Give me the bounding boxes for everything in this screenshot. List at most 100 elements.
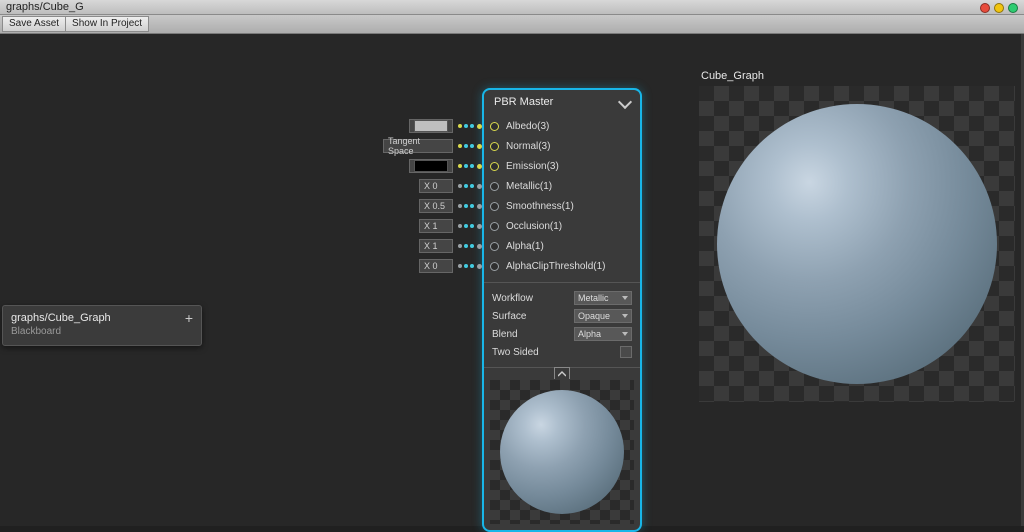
window-title-bar: graphs/Cube_G [0, 0, 1024, 15]
node-header[interactable]: PBR Master [484, 90, 640, 116]
node-port[interactable]: Normal(3)Tangent Space [490, 136, 634, 156]
dropdown-value: Opaque [578, 311, 610, 321]
port-input-slot[interactable]: X 0.5 [419, 199, 482, 213]
number-field[interactable]: X 0 [419, 259, 453, 273]
node-title: PBR Master [494, 96, 553, 108]
number-field[interactable]: X 1 [419, 219, 453, 233]
save-asset-button[interactable]: Save Asset [2, 16, 66, 32]
node-port[interactable]: Albedo(3) [490, 116, 634, 136]
node-port[interactable]: Smoothness(1)X 0.5 [490, 196, 634, 216]
port-input-slot[interactable]: Tangent Space [383, 139, 482, 153]
slot-wire-icon [456, 184, 474, 188]
port-label: Albedo(3) [506, 121, 549, 132]
slot-pin-icon [477, 184, 482, 189]
setting-blend: Blend Alpha [492, 325, 632, 343]
number-field[interactable]: X 0 [419, 179, 453, 193]
dropdown-arrow-icon [622, 314, 628, 318]
blackboard-header: graphs/Cube_Graph + [3, 306, 201, 326]
preview-sphere-icon [717, 104, 997, 384]
port-input-slot[interactable]: X 0 [419, 179, 482, 193]
port-connector-icon[interactable] [490, 202, 499, 211]
port-connector-icon[interactable] [490, 162, 499, 171]
port-connector-icon[interactable] [490, 142, 499, 151]
setting-label: Surface [492, 311, 526, 322]
blackboard-add-button[interactable]: + [185, 313, 193, 323]
slot-wire-icon [456, 144, 474, 148]
port-label: Occlusion(1) [506, 221, 562, 232]
show-in-project-button[interactable]: Show In Project [65, 16, 149, 32]
slot-pin-icon [477, 224, 482, 229]
window-traffic-lights [980, 3, 1018, 13]
close-window-icon[interactable] [980, 3, 990, 13]
dropdown-value: Metallic [578, 293, 609, 303]
collapse-node-icon[interactable] [618, 95, 632, 109]
color-swatch-field[interactable] [409, 119, 453, 133]
dropdown-arrow-icon [622, 296, 628, 300]
port-connector-icon[interactable] [490, 222, 499, 231]
slot-wire-icon [456, 164, 474, 168]
slot-pin-icon [477, 164, 482, 169]
port-label: Emission(3) [506, 161, 559, 172]
dropdown-value: Alpha [578, 329, 601, 339]
port-input-slot[interactable]: X 0 [419, 259, 482, 273]
setting-label: Two Sided [492, 347, 539, 358]
setting-two-sided: Two Sided [492, 343, 632, 361]
node-port[interactable]: Emission(3) [490, 156, 634, 176]
port-input-slot[interactable] [409, 119, 482, 133]
color-swatch-icon [414, 160, 448, 172]
window-title: graphs/Cube_G [6, 1, 84, 13]
two-sided-checkbox[interactable] [620, 346, 632, 358]
port-label: Normal(3) [506, 141, 550, 152]
port-connector-icon[interactable] [490, 122, 499, 131]
slot-pin-icon [477, 144, 482, 149]
slot-pin-icon [477, 204, 482, 209]
workflow-dropdown[interactable]: Metallic [574, 291, 632, 305]
toolbar: Save Asset Show In Project [0, 15, 1024, 34]
surface-dropdown[interactable]: Opaque [574, 309, 632, 323]
node-port[interactable]: Occlusion(1)X 1 [490, 216, 634, 236]
port-label: Smoothness(1) [506, 201, 574, 212]
zoom-window-icon[interactable] [1008, 3, 1018, 13]
main-preview-viewport[interactable] [699, 86, 1015, 402]
color-swatch-icon [414, 120, 448, 132]
number-field[interactable]: X 0.5 [419, 199, 453, 213]
port-connector-icon[interactable] [490, 242, 499, 251]
preview-collapse-button[interactable] [554, 367, 570, 379]
setting-surface: Surface Opaque [492, 307, 632, 325]
node-settings: Workflow Metallic Surface Opaque Blend A… [484, 282, 640, 367]
port-connector-icon[interactable] [490, 182, 499, 191]
node-preview [484, 367, 640, 530]
dropdown-arrow-icon [622, 332, 628, 336]
main-preview-panel: Cube_Graph [699, 70, 1015, 402]
slot-wire-icon [456, 124, 474, 128]
port-label: Metallic(1) [506, 181, 552, 192]
slot-pin-icon [477, 244, 482, 249]
blackboard-title: graphs/Cube_Graph [11, 312, 111, 324]
port-label: AlphaClipThreshold(1) [506, 261, 606, 272]
preview-sphere-icon [500, 390, 624, 514]
graph-canvas[interactable]: graphs/Cube_Graph + Blackboard PBR Maste… [0, 34, 1021, 526]
pbr-master-node[interactable]: PBR Master Albedo(3) Normal(3)Tangent Spa… [482, 88, 642, 532]
color-swatch-field[interactable] [409, 159, 453, 173]
blend-dropdown[interactable]: Alpha [574, 327, 632, 341]
number-field[interactable]: X 1 [419, 239, 453, 253]
slot-wire-icon [456, 224, 474, 228]
port-label: Alpha(1) [506, 241, 544, 252]
slot-wire-icon [456, 204, 474, 208]
main-preview-title: Cube_Graph [699, 70, 1015, 82]
node-port[interactable]: AlphaClipThreshold(1)X 0 [490, 256, 634, 276]
slot-pin-icon [477, 264, 482, 269]
port-input-slot[interactable]: X 1 [419, 239, 482, 253]
node-ports: Albedo(3) Normal(3)Tangent Space Emission(… [484, 116, 640, 282]
slot-pin-icon [477, 124, 482, 129]
node-port[interactable]: Alpha(1)X 1 [490, 236, 634, 256]
setting-workflow: Workflow Metallic [492, 289, 632, 307]
node-preview-viewport[interactable] [490, 380, 634, 524]
minimize-window-icon[interactable] [994, 3, 1004, 13]
port-connector-icon[interactable] [490, 262, 499, 271]
node-port[interactable]: Metallic(1)X 0 [490, 176, 634, 196]
port-input-slot[interactable]: X 1 [419, 219, 482, 233]
port-input-slot[interactable] [409, 159, 482, 173]
blackboard-panel[interactable]: graphs/Cube_Graph + Blackboard [2, 305, 202, 346]
enum-field[interactable]: Tangent Space [383, 139, 453, 153]
